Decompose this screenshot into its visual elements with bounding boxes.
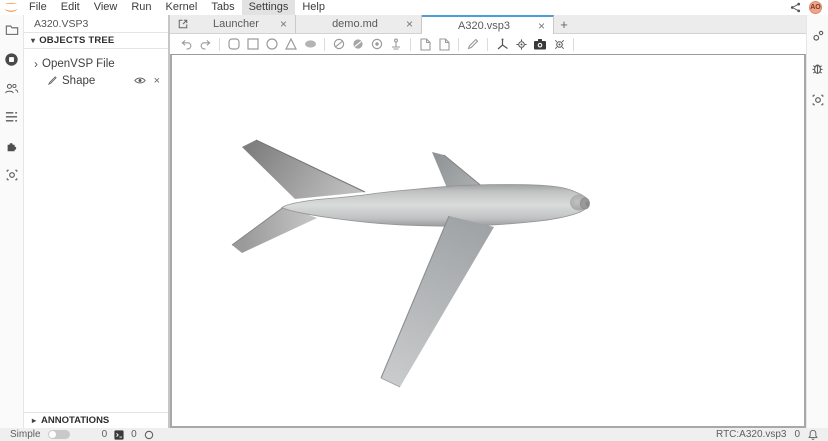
aircraft-render	[172, 55, 804, 426]
sphere-filled-icon[interactable]	[350, 36, 366, 52]
menu-kernel[interactable]: Kernel	[159, 0, 205, 15]
file-icon[interactable]	[417, 36, 433, 52]
workspace: A320.VSP3 ▾ OBJECTS TREE › OpenVSP File …	[0, 15, 828, 428]
terminal-icon[interactable]	[114, 430, 124, 440]
triangle-tool-icon[interactable]	[283, 36, 299, 52]
rect-tool-icon[interactable]	[245, 36, 261, 52]
caret-down-icon: ▾	[31, 36, 35, 45]
main-dock-area: Launcher × demo.md × A320.vsp3 × +	[170, 15, 806, 428]
aircraft-vertical-fin	[242, 140, 365, 199]
vsp-viewer-icon[interactable]	[3, 166, 21, 184]
annotations-section-header[interactable]: ▸ ANNOTATIONS	[24, 412, 168, 428]
rtc-document-label: RTC:A320.vsp3	[716, 429, 786, 440]
objects-tree-label: OBJECTS TREE	[39, 35, 114, 46]
right-activity-bar	[806, 15, 828, 428]
avatar[interactable]: AO	[809, 1, 822, 14]
running-kernels-icon[interactable]	[3, 50, 21, 68]
menubar: File Edit View Run Kernel Tabs Settings …	[0, 0, 828, 15]
pencil-icon[interactable]	[465, 36, 481, 52]
sphere-dot-icon[interactable]	[369, 36, 385, 52]
visibility-eye-icon[interactable]	[134, 76, 146, 85]
camera-icon[interactable]	[532, 36, 548, 52]
kernel-status-icon[interactable]	[144, 430, 154, 440]
panel-title: A320.VSP3	[24, 15, 168, 33]
share-icon[interactable]	[790, 2, 801, 13]
circle-tool-icon[interactable]	[264, 36, 280, 52]
close-icon[interactable]: ×	[538, 21, 545, 31]
tab-label: demo.md	[304, 18, 406, 30]
menu-view[interactable]: View	[87, 0, 125, 15]
kernels-count: 0	[131, 429, 137, 440]
menu-help[interactable]: Help	[295, 0, 332, 15]
rounded-rect-tool-icon[interactable]	[226, 36, 242, 52]
property-inspector-icon[interactable]	[809, 27, 827, 45]
folder-icon[interactable]	[3, 21, 21, 39]
tree-item-label: Shape	[62, 75, 95, 87]
debugger-bug-icon[interactable]	[809, 59, 827, 77]
plumb-axis-icon[interactable]	[388, 36, 404, 52]
file-copy-icon[interactable]	[436, 36, 452, 52]
close-icon[interactable]: ×	[280, 19, 287, 29]
undo-icon[interactable]	[178, 36, 194, 52]
caret-right-icon: ▸	[32, 416, 36, 425]
aircraft-left-wing	[432, 152, 484, 188]
tab-bar: Launcher × demo.md × A320.vsp3 × +	[170, 15, 806, 34]
new-tab-button[interactable]: +	[554, 15, 574, 33]
menu-file[interactable]: File	[22, 0, 54, 15]
delete-shape-icon[interactable]: ×	[154, 75, 160, 87]
menu-edit[interactable]: Edit	[54, 0, 87, 15]
launcher-icon	[178, 19, 188, 29]
tab-demo-md[interactable]: demo.md ×	[296, 15, 422, 33]
focus-target-2-icon[interactable]	[551, 36, 567, 52]
aircraft-right-wing	[381, 216, 494, 387]
notifications-count: 0	[794, 429, 800, 440]
vsp-3d-canvas[interactable]	[170, 54, 806, 428]
tab-label: Launcher	[192, 18, 280, 30]
objects-tree-panel: A320.VSP3 ▾ OBJECTS TREE › OpenVSP File …	[24, 15, 170, 428]
application-window: File Edit View Run Kernel Tabs Settings …	[0, 0, 828, 441]
table-of-contents-icon[interactable]	[3, 108, 21, 126]
bell-icon[interactable]	[808, 429, 818, 440]
ellipse-filled-tool-icon[interactable]	[302, 36, 318, 52]
left-activity-bar	[0, 15, 24, 428]
simple-mode-toggle[interactable]	[48, 430, 70, 439]
menu-run[interactable]: Run	[124, 0, 158, 15]
terminals-count: 0	[102, 429, 108, 440]
vsp-viewer-icon[interactable]	[809, 91, 827, 109]
tab-label: A320.vsp3	[430, 20, 538, 32]
redo-icon[interactable]	[197, 36, 213, 52]
jupyter-logo-icon	[0, 1, 22, 15]
close-icon[interactable]: ×	[406, 19, 413, 29]
status-bar: Simple 0 0 RTC:A320.vsp3 0	[0, 428, 828, 441]
vsp-toolbar	[170, 34, 806, 54]
tree-item-shape[interactable]: Shape ×	[24, 72, 168, 89]
tree-item-label: OpenVSP File	[42, 58, 115, 70]
objects-tree-section-header[interactable]: ▾ OBJECTS TREE	[24, 33, 168, 49]
tree-item-openvsp-file[interactable]: › OpenVSP File	[24, 55, 168, 72]
tab-a320-vsp3[interactable]: A320.vsp3 ×	[422, 15, 554, 34]
extensions-puzzle-icon[interactable]	[3, 137, 21, 155]
sphere-outline-icon[interactable]	[331, 36, 347, 52]
collaborators-icon[interactable]	[3, 79, 21, 97]
focus-target-icon[interactable]	[513, 36, 529, 52]
shape-pen-icon	[48, 76, 57, 85]
annotations-label: ANNOTATIONS	[41, 415, 109, 426]
menu-settings[interactable]: Settings	[242, 0, 296, 15]
axes-3d-icon[interactable]	[494, 36, 510, 52]
simple-mode-label: Simple	[10, 429, 41, 440]
tab-launcher[interactable]: Launcher ×	[170, 15, 296, 33]
objects-tree: › OpenVSP File Shape	[24, 49, 168, 412]
chevron-right-icon[interactable]: ›	[30, 59, 42, 69]
menu-tabs[interactable]: Tabs	[204, 0, 241, 15]
